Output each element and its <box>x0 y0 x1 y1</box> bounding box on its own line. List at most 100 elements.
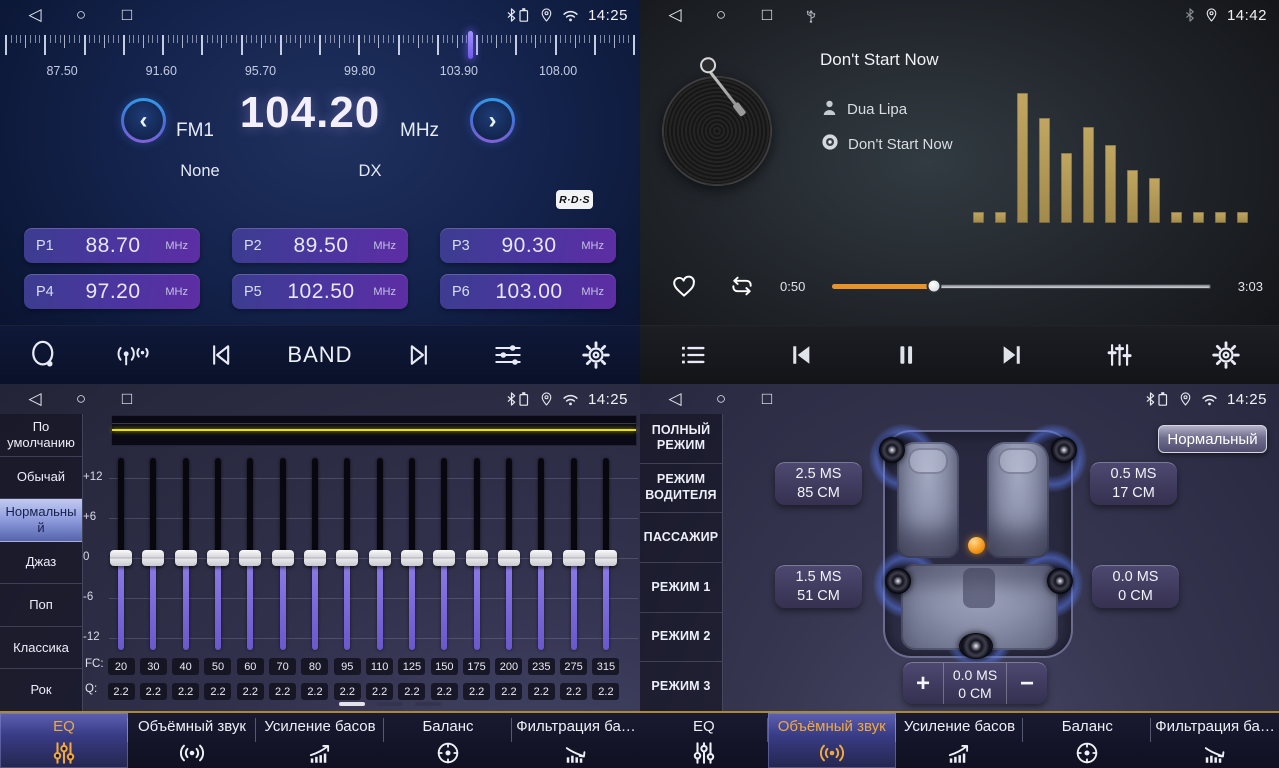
surround-preset-button[interactable]: Нормальный <box>1158 425 1267 453</box>
broadcast-button[interactable] <box>112 335 152 375</box>
nav-home-icon[interactable]: ○ <box>698 0 744 30</box>
playlist-button[interactable] <box>673 335 713 375</box>
eq-band-slider[interactable] <box>172 456 200 652</box>
eq-band-slider[interactable] <box>495 456 523 652</box>
eq-band-slider[interactable] <box>107 456 135 652</box>
tune-up-button[interactable]: › <box>470 98 515 143</box>
seek-down-button[interactable] <box>200 335 240 375</box>
delay-front-left[interactable]: 2.5 MS 85 CM <box>775 462 862 505</box>
next-track-button[interactable] <box>993 335 1033 375</box>
mode-1[interactable]: ПОЛНЫЙ РЕЖИМ <box>640 414 722 464</box>
eq-band-slider[interactable] <box>430 456 458 652</box>
scan-button[interactable] <box>24 335 64 375</box>
preset-button-p2[interactable]: P289.50MHz <box>232 228 408 263</box>
mode-3[interactable]: ПАССАЖИР <box>640 513 722 563</box>
nav-back-icon[interactable]: ◁ <box>12 384 58 414</box>
eq-band-slider[interactable] <box>139 456 167 652</box>
nav-back-icon[interactable]: ◁ <box>652 384 698 414</box>
eq-slider-knob[interactable] <box>433 550 455 566</box>
subwoofer[interactable] <box>959 633 993 659</box>
preset-button-p5[interactable]: P5102.50MHz <box>232 274 408 309</box>
eq-slider-knob[interactable] <box>175 550 197 566</box>
previous-track-button[interactable] <box>780 335 820 375</box>
eq-slider-knob[interactable] <box>207 550 229 566</box>
eq-preset-1[interactable]: По умолчанию <box>0 414 82 457</box>
delay-increase-button[interactable]: + <box>903 663 943 704</box>
eq-slider-knob[interactable] <box>304 550 326 566</box>
nav-recent-icon[interactable]: □ <box>744 384 790 414</box>
nav-recent-icon[interactable]: □ <box>104 384 150 414</box>
eq-slider-knob[interactable] <box>563 550 585 566</box>
eq-band-slider[interactable] <box>527 456 555 652</box>
delay-rear-right[interactable]: 0.0 MS 0 CM <box>1092 565 1179 608</box>
eq-band-slider[interactable] <box>366 456 394 652</box>
mode-5[interactable]: РЕЖИМ 2 <box>640 613 722 663</box>
settings-button[interactable] <box>1206 335 1246 375</box>
eq-band-slider[interactable] <box>560 456 588 652</box>
eq-band-slider[interactable] <box>592 456 620 652</box>
audio-settings-button[interactable] <box>488 335 528 375</box>
nav-home-icon[interactable]: ○ <box>58 0 104 30</box>
eq-slider-knob[interactable] <box>110 550 132 566</box>
speaker-rear-left[interactable] <box>885 568 911 594</box>
favorite-button[interactable] <box>664 266 704 306</box>
nav-home-icon[interactable]: ○ <box>58 384 104 414</box>
seek-up-button[interactable] <box>400 335 440 375</box>
speaker-front-left[interactable] <box>879 437 905 463</box>
eq-preset-6[interactable]: Классика <box>0 627 82 670</box>
mode-4[interactable]: РЕЖИМ 1 <box>640 563 722 613</box>
eq-preset-7[interactable]: Рок <box>0 669 82 711</box>
tab-eq-sliders[interactable]: EQ <box>0 713 128 768</box>
preset-button-p1[interactable]: P188.70MHz <box>24 228 200 263</box>
speaker-rear-right[interactable] <box>1047 568 1073 594</box>
eq-slider-knob[interactable] <box>142 550 164 566</box>
eq-preset-3[interactable]: Нормальный <box>0 499 82 542</box>
eq-band-slider[interactable] <box>269 456 297 652</box>
mode-6[interactable]: РЕЖИМ 3 <box>640 662 722 711</box>
eq-preset-4[interactable]: Джаз <box>0 542 82 585</box>
delay-front-right[interactable]: 0.5 MS 17 CM <box>1090 462 1177 505</box>
tab-surround-wave[interactable]: Объёмный звук <box>128 713 256 768</box>
preset-button-p3[interactable]: P390.30MHz <box>440 228 616 263</box>
eq-band-slider[interactable] <box>398 456 426 652</box>
eq-slider-knob[interactable] <box>530 550 552 566</box>
eq-slider-knob[interactable] <box>369 550 391 566</box>
delay-rear-left[interactable]: 1.5 MS 51 CM <box>775 565 862 608</box>
delay-decrease-button[interactable]: − <box>1007 663 1047 704</box>
tab-balance-target[interactable]: Баланс <box>1023 713 1151 768</box>
eq-slider-knob[interactable] <box>466 550 488 566</box>
eq-band-slider[interactable] <box>333 456 361 652</box>
tune-down-button[interactable]: ‹ <box>121 98 166 143</box>
eq-settings-button[interactable] <box>1099 335 1139 375</box>
seek-knob[interactable] <box>927 279 942 294</box>
eq-band-slider[interactable] <box>204 456 232 652</box>
tab-bass-boost[interactable]: Усиление басов <box>896 713 1024 768</box>
seek-bar[interactable] <box>832 284 1211 289</box>
eq-preset-2[interactable]: Обычай <box>0 457 82 500</box>
nav-recent-icon[interactable]: □ <box>104 0 150 30</box>
tab-filter-chart[interactable]: Фильтрация ба… <box>512 713 640 768</box>
eq-band-slider[interactable] <box>301 456 329 652</box>
tab-filter-chart[interactable]: Фильтрация ба… <box>1151 713 1279 768</box>
tab-surround-wave[interactable]: Объёмный звук <box>768 713 896 768</box>
repeat-button[interactable] <box>722 266 762 306</box>
eq-slider-knob[interactable] <box>336 550 358 566</box>
nav-back-icon[interactable]: ◁ <box>12 0 58 30</box>
band-button[interactable]: BAND <box>287 335 352 375</box>
eq-slider-knob[interactable] <box>401 550 423 566</box>
eq-slider-knob[interactable] <box>239 550 261 566</box>
tab-balance-target[interactable]: Баланс <box>384 713 512 768</box>
eq-band-slider[interactable] <box>236 456 264 652</box>
eq-slider-knob[interactable] <box>272 550 294 566</box>
settings-button[interactable] <box>576 335 616 375</box>
nav-recent-icon[interactable]: □ <box>744 0 790 30</box>
eq-slider-knob[interactable] <box>595 550 617 566</box>
eq-band-slider[interactable] <box>463 456 491 652</box>
listener-position-ball[interactable] <box>968 537 985 554</box>
preset-button-p4[interactable]: P497.20MHz <box>24 274 200 309</box>
nav-home-icon[interactable]: ○ <box>698 384 744 414</box>
eq-slider-knob[interactable] <box>498 550 520 566</box>
mode-2[interactable]: РЕЖИМ ВОДИТЕЛЯ <box>640 464 722 514</box>
nav-back-icon[interactable]: ◁ <box>652 0 698 30</box>
pause-button[interactable] <box>886 335 926 375</box>
